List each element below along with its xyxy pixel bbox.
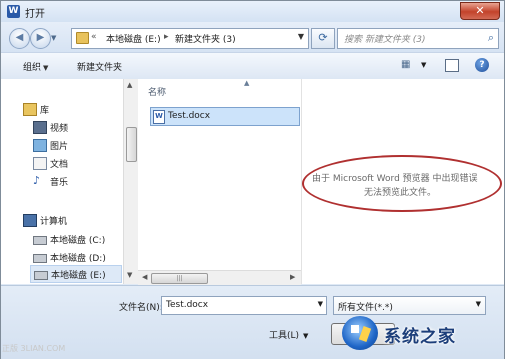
video-icon	[33, 121, 47, 134]
refresh-icon: ⟳	[318, 31, 328, 44]
organize-label: 组织	[23, 63, 42, 73]
navigation-scrollbar[interactable]: ▲ ▼	[123, 79, 138, 284]
filename-value: Test.docx	[166, 300, 209, 310]
title-bar: W 打开 ✕	[1, 1, 504, 22]
search-input[interactable]: 搜索 新建文件夹 (3) ⌕	[337, 28, 499, 49]
organize-button[interactable]: 组织 ▼	[23, 60, 48, 73]
back-button[interactable]: ◀	[9, 28, 30, 49]
music-icon: ♪	[33, 174, 41, 187]
preview-pane: 由于 Microsoft Word 预览器 中出现错误 无法预览此文件。	[302, 79, 504, 284]
navigation-pane: 库 视频 图片 文档 ♪ 音乐 计算机 本地磁盘 (C:) 本地磁盘 (D:)	[1, 79, 123, 284]
recent-pages-dropdown[interactable]: ▼	[51, 34, 56, 42]
preview-error-detail: 无法预览此文件。	[364, 188, 437, 198]
column-header-name[interactable]: 名称	[148, 85, 166, 98]
sidebar-item-label: 计算机	[40, 217, 68, 227]
picture-icon	[33, 139, 47, 152]
command-toolbar: 组织 ▼ 新建文件夹 ▦ ▼ ?	[1, 52, 504, 80]
chevron-down-icon: ▼	[475, 300, 481, 308]
word-document-icon: W	[153, 110, 165, 124]
view-dropdown-icon[interactable]: ▼	[421, 61, 426, 69]
search-placeholder: 搜索 新建文件夹 (3)	[344, 35, 426, 45]
computer-icon	[23, 214, 37, 227]
close-icon: ✕	[475, 4, 485, 17]
chevron-down-icon: ▼	[303, 332, 309, 340]
watermark: 系统之家	[340, 314, 505, 354]
scrollbar-thumb[interactable]: |||	[151, 273, 208, 284]
watermark-url: 正版 3LIAN.COM	[2, 344, 66, 353]
sidebar-item-label: 本地磁盘 (D:)	[50, 254, 106, 264]
scroll-right-icon[interactable]: ▶	[290, 273, 295, 281]
forward-button[interactable]: ▶	[30, 28, 51, 49]
help-icon[interactable]: ?	[475, 58, 489, 72]
sidebar-item-label: 库	[40, 106, 50, 116]
word-app-icon: W	[7, 5, 20, 18]
file-type-value: 所有文件(*.*)	[338, 303, 393, 313]
window-title: 打开	[25, 9, 45, 20]
breadcrumb-separator[interactable]: ▸	[164, 32, 169, 42]
filename-label: 文件名(N):	[119, 303, 163, 313]
sidebar-item-label: 视频	[50, 124, 69, 134]
close-button[interactable]: ✕	[460, 2, 500, 20]
address-dropdown-icon[interactable]: ▼	[298, 32, 304, 41]
breadcrumb-overflow[interactable]: «	[91, 32, 97, 42]
sidebar-item-drive-e[interactable]: 本地磁盘 (E:)	[30, 265, 122, 283]
tools-label: 工具(L)	[269, 331, 300, 341]
sidebar-item-label: 图片	[50, 142, 69, 152]
back-arrow-icon: ◀	[15, 32, 24, 43]
brand-logo-icon	[342, 316, 378, 350]
file-list-horizontal-scrollbar[interactable]: ◀ ||| ▶	[138, 270, 301, 285]
scroll-left-icon[interactable]: ◀	[142, 273, 147, 281]
scrollbar-thumb[interactable]	[126, 127, 137, 162]
drive-icon	[33, 236, 47, 245]
navigation-bar: ◀ ▶ ▼ « 本地磁盘 (E:) ▸ 新建文件夹 (3) ▼ ⟳ 搜索 新建文…	[1, 22, 504, 52]
sidebar-item-label: 本地磁盘 (C:)	[50, 236, 106, 246]
scroll-down-icon[interactable]: ▼	[127, 271, 132, 279]
filename-input[interactable]: Test.docx ▼	[161, 296, 327, 315]
tools-menu-button[interactable]: 工具(L) ▼	[269, 328, 308, 341]
view-options-icon[interactable]: ▦	[401, 59, 415, 71]
address-bar[interactable]: « 本地磁盘 (E:) ▸ 新建文件夹 (3) ▼	[71, 28, 309, 49]
file-name: Test.docx	[168, 111, 211, 121]
file-list: ▲ 名称 W Test.docx	[138, 79, 302, 284]
preview-pane-toggle-icon[interactable]	[445, 59, 459, 72]
sidebar-item-label: 本地磁盘 (E:)	[51, 271, 106, 281]
breadcrumb-drive-e[interactable]: 本地磁盘 (E:)	[106, 32, 161, 45]
sort-indicator-icon: ▲	[244, 79, 250, 87]
brand-name: 系统之家	[384, 327, 456, 347]
preview-error-message: 由于 Microsoft Word 预览器 中出现错误	[312, 174, 478, 184]
search-icon: ⌕	[487, 31, 494, 44]
refresh-button[interactable]: ⟳	[311, 28, 335, 49]
sidebar-item-label: 文档	[50, 160, 69, 170]
scroll-up-icon[interactable]: ▲	[127, 81, 132, 89]
drive-icon	[33, 254, 47, 263]
document-icon	[33, 157, 47, 170]
library-icon	[23, 103, 37, 116]
new-folder-button[interactable]: 新建文件夹	[77, 60, 122, 73]
breadcrumb-new-folder-3[interactable]: 新建文件夹 (3)	[175, 32, 236, 45]
forward-arrow-icon: ▶	[36, 32, 45, 43]
sidebar-item-label: 音乐	[50, 178, 69, 188]
folder-icon	[76, 32, 89, 44]
open-dialog: W 打开 ✕ ◀ ▶ ▼ « 本地磁盘 (E:) ▸ 新建文件夹 (3) ▼ ⟳…	[0, 0, 505, 359]
file-type-select[interactable]: 所有文件(*.*) ▼	[333, 296, 486, 315]
chevron-down-icon[interactable]: ▼	[318, 300, 323, 308]
drive-icon	[34, 271, 48, 280]
file-row-test-docx[interactable]: W Test.docx	[150, 107, 300, 126]
chevron-down-icon: ▼	[43, 64, 49, 72]
